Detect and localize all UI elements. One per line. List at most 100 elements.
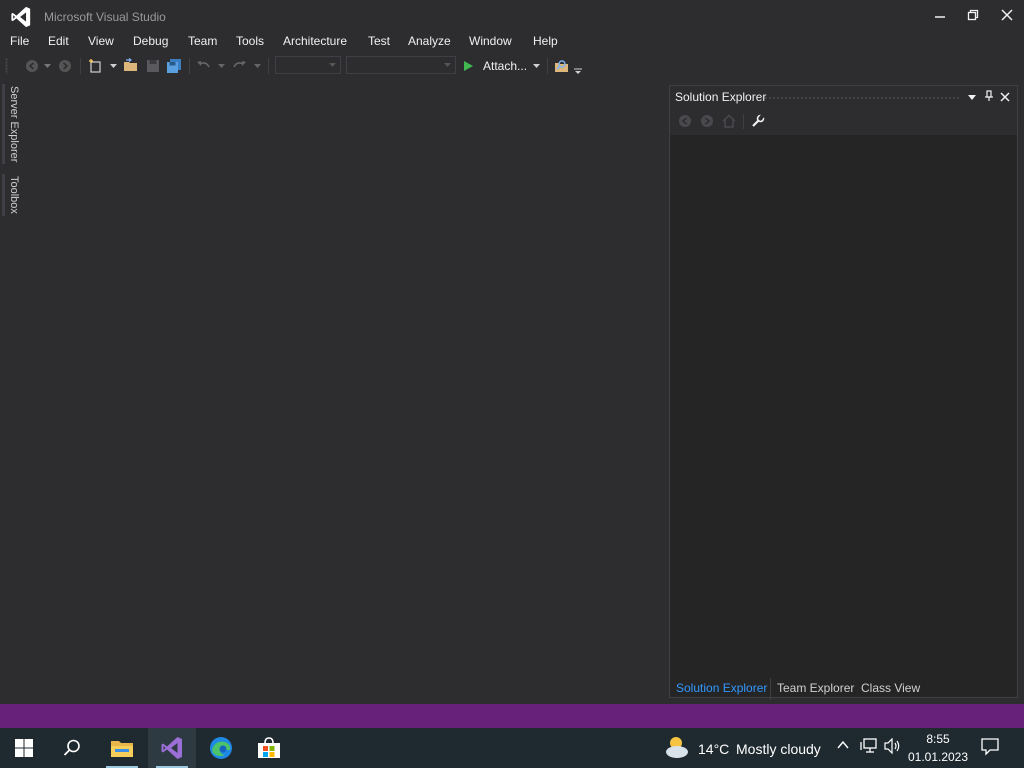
new-project-icon xyxy=(89,59,101,73)
undo-dropdown[interactable] xyxy=(216,57,226,75)
menu-architecture[interactable]: Architecture xyxy=(283,34,347,48)
status-bar xyxy=(0,704,1024,728)
taskbar-edge[interactable] xyxy=(197,728,245,768)
visual-studio-logo-icon xyxy=(11,6,31,28)
close-button[interactable] xyxy=(990,0,1024,30)
toolbox-tab-bar xyxy=(2,174,5,216)
weather-widget[interactable]: 14°C Mostly cloudy xyxy=(662,734,832,762)
save-icon xyxy=(147,60,159,72)
navigate-back-button[interactable] xyxy=(23,57,41,75)
taskbar-file-explorer[interactable] xyxy=(98,728,146,768)
menu-window[interactable]: Window xyxy=(469,34,512,48)
file-explorer-icon xyxy=(111,741,133,757)
volume-button[interactable] xyxy=(884,737,902,758)
solution-explorer-panel: Solution Explorer xyxy=(669,85,1018,698)
title-bar: Microsoft Visual Studio xyxy=(0,0,1024,32)
start-button[interactable] xyxy=(0,728,48,768)
notification-icon xyxy=(981,738,999,756)
clock[interactable]: 8:55 01.01.2023 xyxy=(906,730,970,766)
close-panel-button[interactable] xyxy=(1000,91,1012,103)
solution-configurations-combo[interactable] xyxy=(275,56,341,74)
tab-team-explorer[interactable]: Team Explorer xyxy=(777,681,854,695)
save-button[interactable] xyxy=(144,57,162,75)
home-icon xyxy=(722,114,736,128)
attach-label: Attach... xyxy=(483,59,528,73)
new-project-dropdown[interactable] xyxy=(108,57,118,75)
chevron-up-icon xyxy=(837,740,849,749)
wrench-icon xyxy=(752,114,765,127)
partly-cloudy-icon xyxy=(666,737,688,758)
menu-view[interactable]: View xyxy=(88,34,114,48)
attach-button[interactable]: Attach... xyxy=(462,57,542,75)
undo-button[interactable] xyxy=(195,57,213,75)
minimize-button[interactable] xyxy=(923,0,957,30)
new-project-button[interactable] xyxy=(87,57,105,75)
chevron-down-icon xyxy=(109,63,117,68)
redo-dropdown[interactable] xyxy=(252,57,262,75)
toolbox-tab[interactable]: Toolbox xyxy=(8,176,20,214)
window-position-button[interactable] xyxy=(967,91,979,103)
clock-date: 01.01.2023 xyxy=(907,750,969,764)
tab-separator xyxy=(770,678,771,700)
se-forward-button[interactable] xyxy=(700,114,716,130)
auto-hide-button[interactable] xyxy=(984,90,996,104)
toolbar-separator xyxy=(743,114,744,129)
weather-description: Mostly cloudy xyxy=(736,741,821,757)
menu-tools[interactable]: Tools xyxy=(236,34,264,48)
menu-test[interactable]: Test xyxy=(368,34,390,48)
restore-icon xyxy=(967,9,979,21)
menu-bar: File Edit View Debug Team Tools Architec… xyxy=(0,32,1024,52)
network-button[interactable] xyxy=(860,738,878,758)
toolbar-separator xyxy=(80,58,81,74)
se-properties-button[interactable] xyxy=(751,114,767,130)
menu-edit[interactable]: Edit xyxy=(48,34,69,48)
toolbar-overflow-button[interactable] xyxy=(573,62,583,80)
restore-button[interactable] xyxy=(956,0,990,30)
find-in-files-icon xyxy=(555,60,568,72)
notifications-button[interactable] xyxy=(980,736,1004,760)
back-arrow-icon xyxy=(679,115,691,127)
open-file-button[interactable] xyxy=(122,57,140,75)
se-home-button[interactable] xyxy=(722,114,738,130)
panel-grip[interactable] xyxy=(760,96,960,100)
find-in-files-button[interactable] xyxy=(553,57,571,75)
standard-toolbar: Attach... xyxy=(0,54,1024,78)
close-icon xyxy=(1001,9,1013,21)
tab-solution-explorer[interactable]: Solution Explorer xyxy=(676,681,767,695)
forward-arrow-icon xyxy=(59,60,71,72)
tab-class-view[interactable]: Class View xyxy=(861,681,920,695)
menu-help[interactable]: Help xyxy=(533,34,558,48)
save-all-button[interactable] xyxy=(165,57,183,75)
redo-button[interactable] xyxy=(230,57,248,75)
navigate-forward-button[interactable] xyxy=(56,57,74,75)
window-title: Microsoft Visual Studio xyxy=(44,10,166,24)
menu-debug[interactable]: Debug xyxy=(133,34,168,48)
taskbar-store[interactable] xyxy=(245,728,293,768)
save-all-icon xyxy=(167,59,181,73)
toolbar-grip[interactable] xyxy=(5,58,8,74)
edge-browser-icon xyxy=(210,737,232,759)
chevron-down-icon xyxy=(968,95,976,100)
microsoft-store-icon xyxy=(258,737,280,758)
chevron-down-icon xyxy=(329,63,336,67)
se-back-button[interactable] xyxy=(678,114,694,130)
speaker-icon xyxy=(884,737,900,755)
menu-team[interactable]: Team xyxy=(188,34,217,48)
forward-arrow-icon xyxy=(701,115,713,127)
toolbar-separator xyxy=(547,58,548,74)
show-hidden-icons-button[interactable] xyxy=(836,738,852,758)
solution-explorer-header: Solution Explorer xyxy=(670,86,1017,108)
chevron-down-icon xyxy=(217,63,225,68)
windows-taskbar: 14°C Mostly cloudy 8:55 01.01.2023 xyxy=(0,728,1024,768)
solution-platforms-combo[interactable] xyxy=(346,56,456,74)
search-button[interactable] xyxy=(48,728,96,768)
solution-explorer-tabs: Solution Explorer Team Explorer Class Vi… xyxy=(669,678,1018,700)
menu-analyze[interactable]: Analyze xyxy=(408,34,451,48)
clock-time: 8:55 xyxy=(926,732,950,746)
taskbar-visual-studio[interactable] xyxy=(148,728,196,768)
weather-temperature: 14°C xyxy=(698,741,730,757)
menu-file[interactable]: File xyxy=(10,34,29,48)
server-explorer-tab[interactable]: Server Explorer xyxy=(8,86,20,162)
navigate-back-dropdown[interactable] xyxy=(42,57,52,75)
solution-explorer-tree[interactable] xyxy=(670,135,1017,675)
